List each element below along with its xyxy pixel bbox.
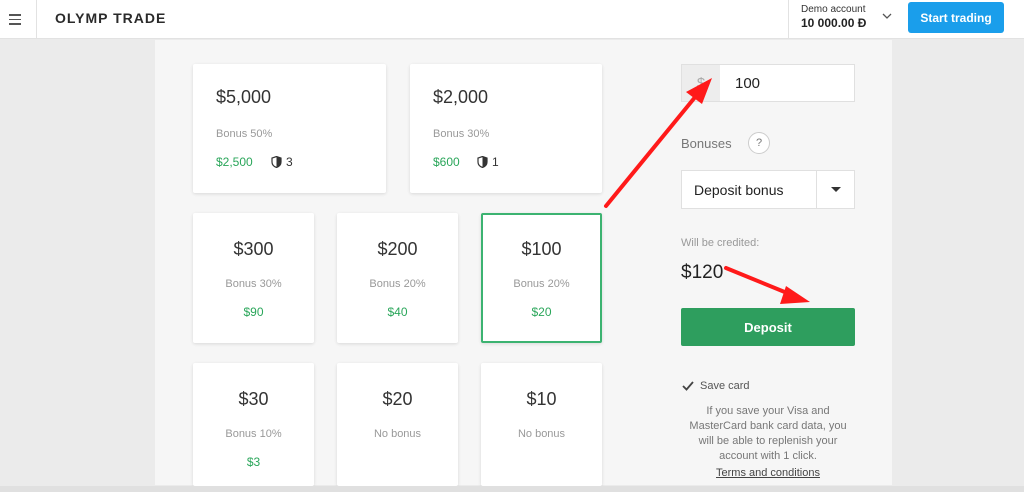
currency-symbol: $ [681, 64, 721, 102]
menu-icon[interactable] [0, 0, 37, 39]
bonus-amount: $90 [243, 305, 264, 319]
shield-icon [271, 156, 282, 168]
risk-free-trades: 1 [477, 155, 499, 169]
deposit-option-card[interactable]: $10 No bonus [481, 363, 602, 486]
bonus-percent: Bonus 30% [433, 128, 490, 140]
top-header: OLYMP TRADE Demo account 10 000.00 Đ Sta… [0, 0, 1024, 39]
bonus-percent: Bonus 50% [216, 128, 273, 140]
deposit-amount: $2,000 [433, 87, 489, 107]
bonus-percent: Bonus 10% [225, 428, 282, 440]
deposit-button[interactable]: Deposit [681, 308, 855, 346]
bonus-amount: $20 [531, 305, 552, 319]
deposit-option-card[interactable]: $30 Bonus 10% $3 [193, 363, 314, 486]
amount-input[interactable] [720, 64, 855, 102]
deposit-option-card[interactable]: $5,000 Bonus 50% $2,500 3 [193, 64, 386, 193]
deposit-amount: $300 [233, 239, 274, 259]
credited-label: Will be credited: [681, 237, 760, 249]
bonus-amount: $3 [246, 455, 261, 469]
save-card-label: Save card [700, 380, 750, 392]
deposit-option-card[interactable]: $20 No bonus [337, 363, 458, 486]
save-card-note: If you save your Visa and MasterCard ban… [689, 405, 847, 462]
bonus-percent: Bonus 30% [225, 278, 282, 290]
bonus-percent: No bonus [373, 428, 422, 440]
deposit-amount: $200 [377, 239, 418, 259]
checkmark-icon [682, 381, 694, 391]
logo: OLYMP TRADE [55, 10, 167, 26]
chevron-down-icon [882, 13, 892, 19]
save-card-checkbox[interactable] [681, 379, 695, 393]
bonus-amount: $40 [387, 305, 408, 319]
help-icon[interactable]: ? [748, 132, 770, 154]
bonus-dropdown[interactable]: Deposit bonus [681, 170, 855, 209]
shield-icon [477, 156, 488, 168]
deposit-amount: $5,000 [216, 87, 272, 107]
deposit-option-card[interactable]: $200 Bonus 20% $40 [337, 213, 458, 343]
deposit-option-card[interactable]: $300 Bonus 30% $90 [193, 213, 314, 343]
account-balance: 10 000.00 Đ [801, 16, 867, 30]
risk-free-count: 3 [286, 155, 293, 169]
bonus-percent: Bonus 20% [369, 278, 426, 290]
deposit-amount: $30 [238, 389, 269, 409]
credited-value: $120 [681, 262, 724, 283]
dropdown-toggle[interactable] [816, 171, 854, 208]
bonuses-label: Bonuses [681, 136, 732, 151]
bonus-percent: Bonus 20% [513, 278, 570, 290]
bottom-divider [0, 486, 1024, 492]
account-type-label: Demo account [801, 4, 866, 15]
bonus-percent: No bonus [517, 428, 566, 440]
bonus-amount: $2,500 [216, 155, 253, 169]
risk-free-count: 1 [492, 155, 499, 169]
caret-down-icon [831, 187, 841, 192]
deposit-amount: $20 [382, 389, 413, 409]
risk-free-trades: 3 [271, 155, 293, 169]
deposit-amount: $100 [521, 239, 562, 259]
deposit-amount: $10 [526, 389, 557, 409]
bonus-dropdown-value: Deposit bonus [694, 182, 784, 198]
deposit-option-card-selected[interactable]: $100 Bonus 20% $20 [481, 213, 602, 343]
start-trading-button[interactable]: Start trading [908, 2, 1004, 33]
bonus-amount: $600 [433, 155, 460, 169]
deposit-option-card[interactable]: $2,000 Bonus 30% $600 1 [410, 64, 602, 193]
terms-link[interactable]: Terms and conditions [681, 467, 855, 479]
account-switcher[interactable]: Demo account 10 000.00 Đ [788, 0, 900, 39]
